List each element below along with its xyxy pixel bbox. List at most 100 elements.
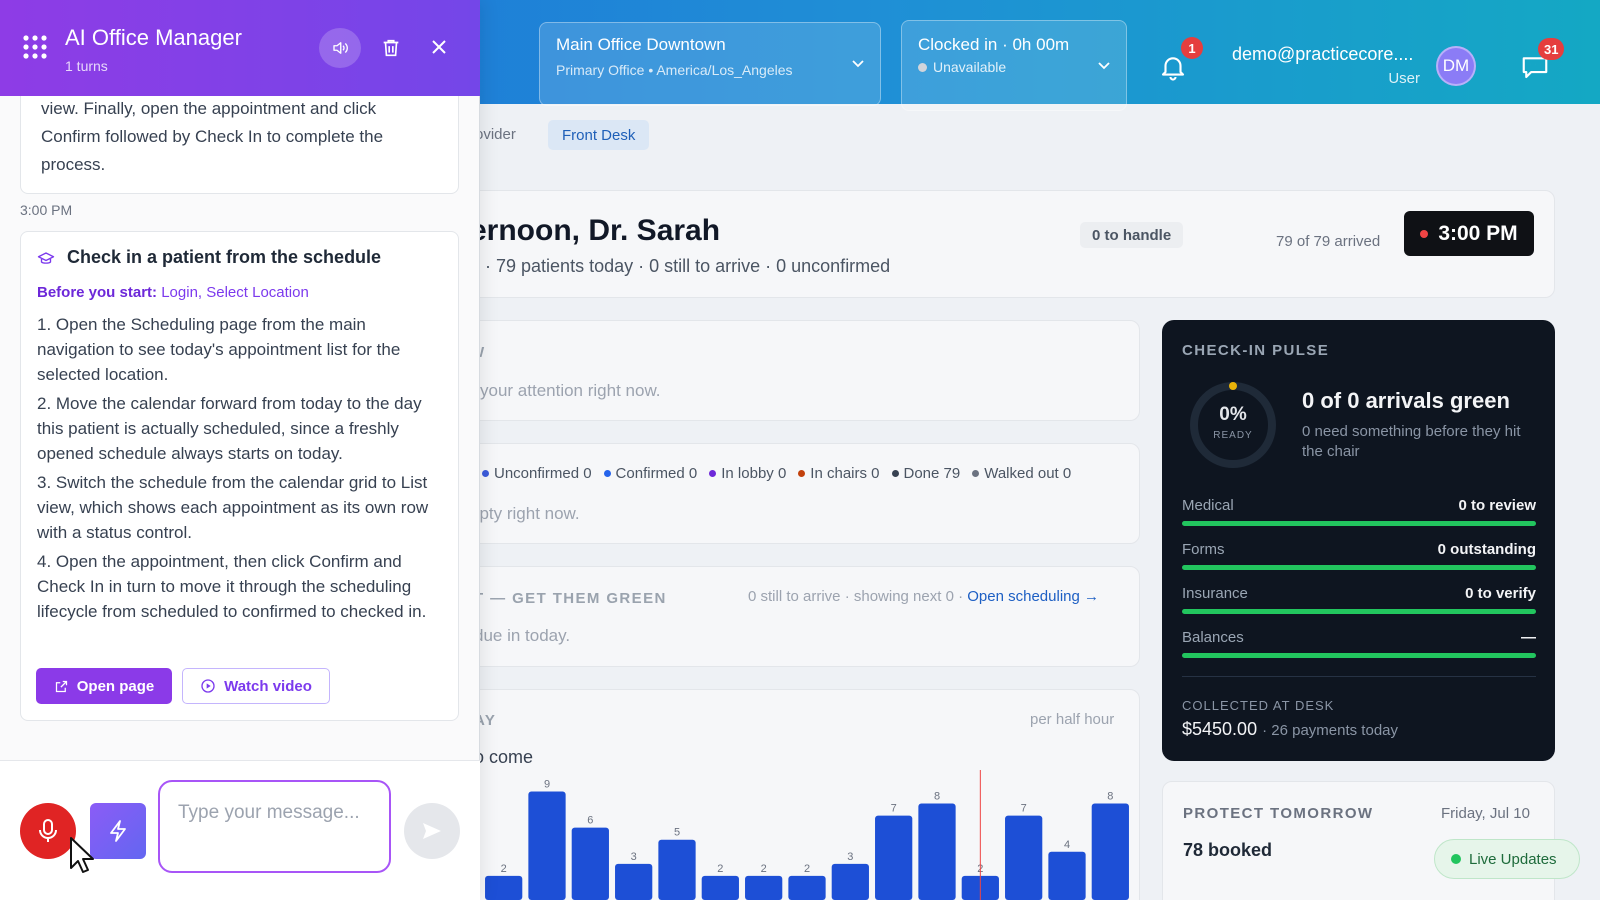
chart-bar-label: 2	[804, 863, 810, 875]
pulse-divider	[1182, 676, 1536, 677]
chart-bar[interactable]	[788, 875, 826, 900]
ready-label: READY	[1213, 430, 1253, 441]
guide-step: 2. Move the calendar forward from today …	[37, 394, 422, 463]
chart-bar[interactable]	[658, 839, 696, 900]
status-empty-text: npty right now.	[470, 504, 580, 523]
pulse-row-label: Balances	[1182, 629, 1244, 646]
chart-bar[interactable]	[615, 863, 653, 900]
location-detail: Primary Office • America/Los_Angeles	[556, 62, 793, 78]
live-updates-badge[interactable]: Live Updates	[1434, 839, 1580, 879]
microphone-icon	[39, 819, 57, 842]
pulse-row-bar	[1182, 653, 1536, 658]
availability-label: Unavailable	[933, 59, 1007, 75]
pulse-row-value: 0 to review	[1458, 497, 1536, 514]
legend-item[interactable]: Walked out 0	[972, 465, 1071, 482]
open-page-button[interactable]: Open page	[36, 668, 172, 704]
live-dot-icon	[1451, 854, 1461, 864]
next-meta: 0 still to arrive · showing next 0 · Ope…	[748, 588, 1099, 605]
assistant-title: AI Office Manager	[65, 25, 242, 50]
per-half-hour-label: per half hour	[1030, 711, 1115, 728]
chart-bar[interactable]	[1005, 815, 1043, 900]
chart-bar-label: 8	[1107, 791, 1113, 803]
speaker-button[interactable]	[319, 28, 361, 68]
guide-prerequisites: Before you start: Login, Select Location	[37, 284, 309, 301]
guide-step: 4. Open the appointment, then click Conf…	[37, 552, 427, 621]
clock-status: Clocked in · 0h 00m	[918, 35, 1070, 54]
pulse-row-bar	[1182, 565, 1536, 570]
legend-item[interactable]: Done 79	[891, 465, 960, 482]
guide-step: 3. Switch the schedule from the calendar…	[37, 473, 429, 542]
chart-bar[interactable]	[485, 875, 523, 900]
grid-icon[interactable]	[22, 34, 48, 60]
pulse-row-balances[interactable]: Balances —	[1182, 629, 1536, 658]
pulse-row-forms[interactable]: Forms 0 outstanding	[1182, 541, 1536, 570]
chart-bar[interactable]	[701, 875, 739, 900]
chart-bar-label: 9	[544, 778, 550, 790]
legend-item[interactable]: In lobby 0	[709, 465, 786, 482]
chart-bar-label: 7	[891, 803, 897, 815]
pulse-headline: 0 of 0 arrivals green	[1302, 388, 1510, 413]
chart-bar[interactable]	[918, 803, 956, 900]
legend-dot-icon	[603, 470, 611, 477]
previous-message-bubble: view. Finally, open the appointment and …	[20, 96, 459, 194]
tomorrow-caption: PROTECT TOMORROW	[1183, 805, 1374, 822]
today-subtitle: o come	[474, 747, 534, 767]
tab-front-desk[interactable]: Front Desk	[548, 120, 650, 150]
pulse-row-insurance[interactable]: Insurance 0 to verify	[1182, 585, 1536, 614]
user-email[interactable]: demo@practicecore....	[1232, 44, 1413, 65]
arrived-count: 79 of 79 arrived	[1276, 233, 1381, 250]
chart-bar[interactable]	[875, 815, 913, 900]
pulse-subtitle: 0 need something before they hit the cha…	[1302, 423, 1521, 460]
message-timestamp: 3:00 PM	[20, 202, 73, 218]
send-button[interactable]	[404, 803, 460, 859]
open-page-label: Open page	[76, 677, 155, 695]
avatar[interactable]: DM	[1436, 46, 1476, 86]
location-select[interactable]: Main Office Downtown Primary Office • Am…	[539, 22, 881, 106]
close-icon[interactable]	[431, 39, 447, 55]
mouse-cursor-icon	[70, 837, 94, 873]
pulse-row-value: 0 to verify	[1465, 585, 1536, 602]
chart-bar[interactable]	[745, 875, 783, 900]
legend-item[interactable]: Confirmed 0	[603, 465, 698, 482]
message-input[interactable]	[158, 780, 391, 873]
chart-bar-label: 3	[631, 851, 637, 863]
legend-label: In lobby 0	[721, 465, 787, 482]
watch-video-label: Watch video	[224, 677, 312, 695]
chart-bar-label: 5	[674, 827, 680, 839]
legend-item[interactable]: Unconfirmed 0	[482, 465, 592, 482]
open-scheduling-link[interactable]: Open scheduling →	[967, 588, 1099, 605]
status-card	[440, 443, 1140, 544]
greeting-subtitle: 9 · 79 patients today · 0 still to arriv…	[470, 256, 891, 276]
chart-bar-label: 3	[847, 851, 853, 863]
greeting-title: ernoon, Dr. Sarah	[470, 214, 721, 247]
chart-bar[interactable]	[528, 791, 566, 900]
watch-video-button[interactable]: Watch video	[182, 668, 330, 704]
collected-subtext: · 26 payments today	[1262, 722, 1399, 739]
legend-label: Confirmed 0	[615, 465, 698, 482]
prerequisites-items[interactable]: Login, Select Location	[161, 284, 309, 301]
guide-card: Check in a patient from the schedule Bef…	[20, 231, 459, 721]
legend-item[interactable]: In chairs 0	[798, 465, 880, 482]
chevron-down-icon	[852, 60, 864, 68]
legend-label: In chairs 0	[810, 465, 880, 482]
chart-bar[interactable]	[571, 827, 609, 900]
lightning-icon	[110, 820, 126, 842]
speaker-icon	[333, 42, 348, 54]
next-caption: T — GET THEM GREEN	[474, 590, 667, 607]
trash-icon[interactable]	[380, 37, 402, 59]
chart-bar-label: 2	[761, 863, 767, 875]
pulse-row-bar	[1182, 609, 1536, 614]
legend-label: Unconfirmed 0	[494, 465, 592, 482]
ready-percent: 0%	[1219, 404, 1247, 425]
pulse-row-value: 0 outstanding	[1437, 541, 1536, 558]
clock-status-select[interactable]: Clocked in · 0h 00m Unavailable	[901, 20, 1127, 111]
chart-bar[interactable]	[1048, 851, 1086, 900]
bell-icon[interactable]	[1158, 52, 1188, 82]
user-role: User	[1388, 70, 1420, 87]
messages-badge: 31	[1538, 38, 1565, 60]
chart-bar[interactable]	[831, 863, 869, 900]
chart-bar[interactable]	[1091, 803, 1129, 900]
quick-actions-button[interactable]	[90, 803, 146, 859]
pulse-row-medical[interactable]: Medical 0 to review	[1182, 497, 1536, 526]
current-time: 3:00 PM	[1404, 211, 1534, 256]
